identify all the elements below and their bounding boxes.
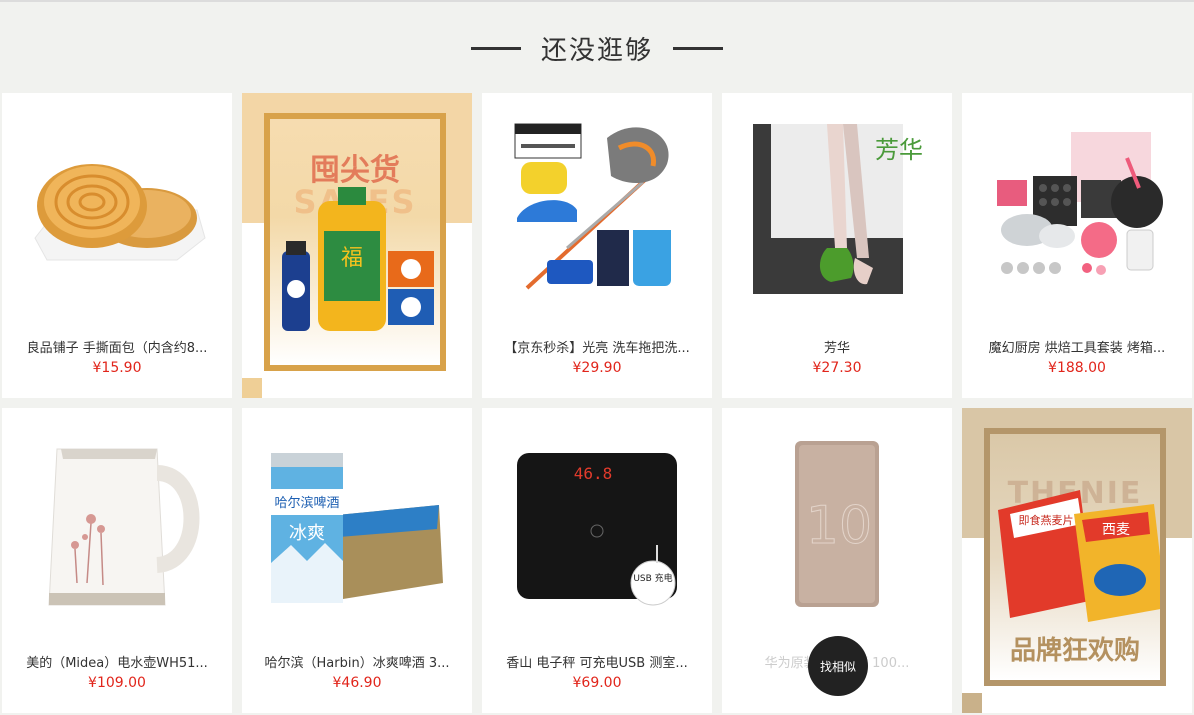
- product-price: ¥69.00: [572, 675, 622, 691]
- svg-text:10: 10: [806, 496, 872, 556]
- product-grid: 良品铺子 手撕面包（内含约8... ¥15.90 囤尖货 SALES 福: [2, 93, 1192, 713]
- oat-brand-1-text: 即食燕麦片: [1019, 513, 1074, 527]
- beer-icon: 哈尔滨啤酒 冰爽: [267, 433, 447, 613]
- product-price: ¥29.90: [572, 360, 622, 376]
- product-name[interactable]: 美的（Midea）电水壶WH51...: [16, 652, 218, 671]
- promo-banner[interactable]: THENIE 即食燕麦片 西麦 品牌狂欢购: [962, 408, 1192, 713]
- title-dash-right: [673, 46, 723, 50]
- product-card[interactable]: 良品铺子 手撕面包（内含约8... ¥15.90: [2, 93, 232, 398]
- top-divider: [0, 0, 1194, 2]
- product-card[interactable]: 10 华为原装快...超薄 100... 找相似: [722, 408, 952, 713]
- oatmeal-ad-icon: 即食燕麦片 西麦: [998, 490, 1160, 622]
- promo-headline: 品牌狂欢购: [1009, 636, 1140, 666]
- promo-corner: [962, 693, 982, 713]
- scale-display: 46.8: [574, 464, 613, 483]
- scale-icon: 46.8 USB 充电: [507, 433, 687, 613]
- section-header: 还没逛够: [0, 28, 1194, 68]
- product-price: ¥109.00: [88, 675, 146, 691]
- product-name[interactable]: 哈尔滨（Harbin）冰爽啤酒 3...: [256, 652, 458, 671]
- product-card[interactable]: 美的（Midea）电水壶WH51... ¥109.00: [2, 408, 232, 713]
- product-card[interactable]: 【京东秒杀】光亮 洗车拖把洗... ¥29.90: [482, 93, 712, 398]
- product-name[interactable]: 【京东秒杀】光亮 洗车拖把洗...: [496, 337, 698, 356]
- oat-brand-2-text: 西麦: [1102, 522, 1130, 538]
- product-card[interactable]: 芳华 芳华 ¥27.30: [722, 93, 952, 398]
- kettle-icon: [27, 433, 207, 613]
- power-bank-icon: 10: [747, 433, 927, 613]
- find-similar-button[interactable]: 找相似: [808, 636, 868, 696]
- product-price: ¥27.30: [812, 360, 862, 376]
- product-price: ¥15.90: [92, 360, 142, 376]
- book-title-text: 芳华: [875, 136, 923, 164]
- product-card[interactable]: 魔幻厨房 烘焙工具套装 烤箱... ¥188.00: [962, 93, 1192, 398]
- product-name[interactable]: 香山 电子秤 可充电USB 测室...: [496, 652, 698, 671]
- car-wash-kit-icon: [507, 118, 687, 298]
- beer-label-text: 哈尔滨啤酒: [274, 495, 339, 511]
- promo-banner[interactable]: 囤尖货 SALES 福: [242, 93, 472, 398]
- product-name[interactable]: 良品铺子 手撕面包（内含约8...: [16, 337, 218, 356]
- title-dash-left: [470, 46, 521, 50]
- grocery-ad-icon: 福: [282, 187, 434, 331]
- beer-sub-text: 冰爽: [289, 523, 325, 544]
- product-name[interactable]: 芳华: [736, 337, 938, 356]
- product-card[interactable]: 46.8 USB 充电 香山 电子秤 可充电USB 测室... ¥69.00: [482, 408, 712, 713]
- usb-badge-text: USB 充电: [633, 572, 672, 584]
- promo-frame: 囤尖货 SALES 福: [264, 113, 446, 371]
- product-name[interactable]: 魔幻厨房 烘焙工具套装 烤箱...: [976, 337, 1178, 356]
- book-cover-icon: 芳华: [747, 118, 927, 298]
- product-price: ¥46.90: [332, 675, 382, 691]
- promo-frame: THENIE 即食燕麦片 西麦 品牌狂欢购: [984, 428, 1166, 686]
- bread-icon: [27, 118, 207, 298]
- baking-tools-icon: [987, 118, 1167, 298]
- product-card[interactable]: 哈尔滨啤酒 冰爽 哈尔滨（Harbin）冰爽啤酒 3... ¥46.90: [242, 408, 472, 713]
- section-title: 还没逛够: [540, 35, 653, 66]
- product-price: ¥188.00: [1048, 360, 1106, 376]
- promo-corner: [242, 378, 262, 398]
- grocery-brand-text: 福: [341, 246, 363, 271]
